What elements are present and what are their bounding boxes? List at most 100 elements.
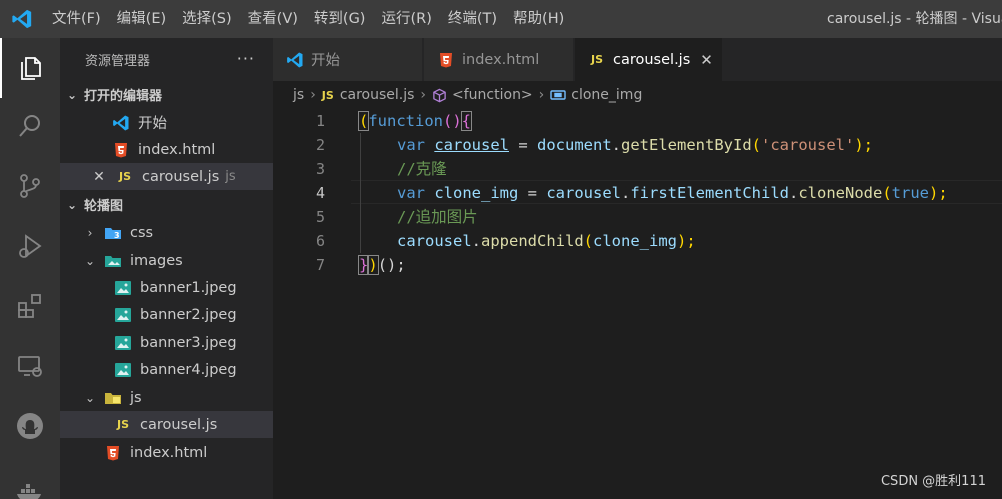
breadcrumb-folder[interactable]: js [293, 87, 304, 103]
breadcrumb-symbol[interactable]: clone_img [571, 87, 642, 103]
search-activity[interactable] [0, 98, 60, 158]
run-debug-icon [16, 232, 44, 264]
tree-file-banner2[interactable]: banner2.jpeg [60, 301, 273, 328]
tree-label: banner4.jpeg [140, 361, 237, 378]
image-file-icon [114, 279, 132, 297]
breadcrumb-scope[interactable]: <function> [452, 87, 533, 103]
menu-terminal[interactable]: 终端(T) [440, 0, 505, 38]
vscode-file-icon [112, 114, 130, 132]
chevron-right-icon: › [310, 87, 316, 103]
tab-welcome[interactable]: 开始 [273, 38, 423, 81]
vscode-file-icon [285, 50, 305, 70]
js-folder-icon [104, 389, 122, 407]
docker-activity[interactable] [0, 463, 60, 499]
image-file-icon [114, 334, 132, 352]
chevron-right-icon: › [87, 225, 93, 240]
tree-label: index.html [130, 444, 208, 461]
js-badge: JS [590, 53, 603, 66]
html5-file-icon [112, 141, 130, 159]
close-icon[interactable]: ✕ [92, 169, 106, 185]
window-title: carousel.js - 轮播图 - Visua [827, 11, 1002, 27]
open-editor-index-html[interactable]: index.html [60, 136, 273, 163]
tree-folder-js[interactable]: ⌄ js [60, 384, 273, 411]
tab-index-html[interactable]: index.html [424, 38, 574, 81]
explorer-header: 资源管理器 ··· [60, 38, 273, 81]
explorer-title: 资源管理器 [85, 54, 151, 69]
tree-file-banner3[interactable]: banner3.jpeg [60, 329, 273, 356]
breadcrumb: js › JS carousel.js › <function> › clone… [273, 81, 1002, 109]
source-control-icon [16, 172, 44, 204]
chevron-down-icon: ⌄ [84, 390, 96, 405]
line-number: 6 [315, 232, 325, 250]
line-number: 5 [315, 208, 325, 226]
workspace-section[interactable]: ⌄ 轮播图 [60, 191, 273, 218]
tab-label: index.html [462, 51, 540, 68]
remote-explorer-icon [16, 352, 44, 384]
code-line: //克隆 [397, 160, 447, 178]
tree-label: carousel.js [140, 416, 218, 433]
open-editor-label: carousel.js [142, 168, 220, 185]
github-activity[interactable] [0, 398, 60, 458]
tab-carousel-js[interactable]: JS carousel.js ✕ [575, 38, 723, 81]
menu-file[interactable]: 文件(F) [44, 0, 109, 38]
explorer-activity[interactable] [0, 38, 60, 98]
menu-go[interactable]: 转到(G) [306, 0, 374, 38]
open-editors-section[interactable]: ⌄ 打开的编辑器 [60, 81, 273, 108]
tab-label: 开始 [311, 53, 340, 69]
close-tab-icon[interactable]: ✕ [700, 51, 713, 69]
line-number: 2 [315, 136, 325, 154]
tree-file-banner4[interactable]: banner4.jpeg [60, 356, 273, 383]
image-file-icon [114, 361, 132, 379]
js-file-icon: JS [321, 88, 334, 102]
open-editor-label: index.html [138, 141, 216, 158]
code-line: var carousel = document.getElementById('… [397, 136, 873, 154]
explorer-sidebar: 资源管理器 ··· ⌄ 打开的编辑器 开始 index.html ✕ JS ca… [60, 38, 273, 499]
more-actions-icon[interactable]: ··· [237, 49, 255, 68]
remote-explorer-activity[interactable] [0, 338, 60, 398]
activity-bar [0, 38, 60, 499]
code-line: (function(){ [357, 111, 473, 131]
tree-folder-images[interactable]: ⌄ images [60, 247, 273, 274]
run-debug-activity[interactable] [0, 218, 60, 278]
image-file-icon [114, 306, 132, 324]
tree-file-banner1[interactable]: banner1.jpeg [60, 274, 273, 301]
open-editor-welcome[interactable]: 开始 [60, 109, 273, 136]
function-cube-icon [432, 88, 447, 103]
tree-label: images [130, 252, 183, 269]
tree-label: banner3.jpeg [140, 334, 237, 351]
source-control-activity[interactable] [0, 158, 60, 218]
menu-selection[interactable]: 选择(S) [174, 0, 240, 38]
chevron-right-icon: › [538, 87, 545, 103]
js-badge: JS [118, 170, 131, 183]
vscode-logo-icon [0, 0, 44, 38]
open-editor-carousel-js[interactable]: ✕ JS carousel.js js [60, 163, 273, 190]
chevron-right-icon: › [420, 87, 427, 103]
chevron-down-icon: ⌄ [66, 87, 78, 102]
tree-file-index-html[interactable]: index.html [60, 439, 273, 466]
chevron-down-icon: ⌄ [66, 197, 78, 212]
breadcrumb-file[interactable]: carousel.js [340, 87, 415, 103]
menu-run[interactable]: 运行(R) [373, 0, 439, 38]
line-number: 3 [315, 160, 325, 178]
code-editor[interactable]: 1 2 3 4 5 6 7 (function(){ var carousel … [273, 109, 1002, 499]
code-line: carousel.appendChild(clone_img); [397, 232, 696, 250]
tree-label: css [130, 224, 154, 241]
svg-text:3: 3 [114, 231, 120, 240]
files-icon [17, 52, 45, 84]
menu-view[interactable]: 查看(V) [240, 0, 306, 38]
tree-folder-css[interactable]: › 3 css [60, 219, 273, 246]
tree-file-carousel-js[interactable]: JS carousel.js [60, 411, 273, 438]
line-number: 1 [315, 112, 325, 130]
js-badge: JS [116, 418, 129, 431]
html5-file-icon [104, 444, 122, 462]
menu-edit[interactable]: 编辑(E) [109, 0, 174, 38]
tree-label: banner1.jpeg [140, 279, 237, 296]
variable-icon [550, 88, 566, 102]
extensions-activity[interactable] [0, 278, 60, 338]
chevron-down-icon: ⌄ [84, 253, 96, 268]
menu-help[interactable]: 帮助(H) [505, 0, 572, 38]
extensions-icon [16, 292, 44, 324]
code-line: var clone_img = carousel.firstElementChi… [397, 184, 948, 202]
css-folder-icon: 3 [104, 224, 122, 242]
tab-label: carousel.js [613, 51, 691, 68]
